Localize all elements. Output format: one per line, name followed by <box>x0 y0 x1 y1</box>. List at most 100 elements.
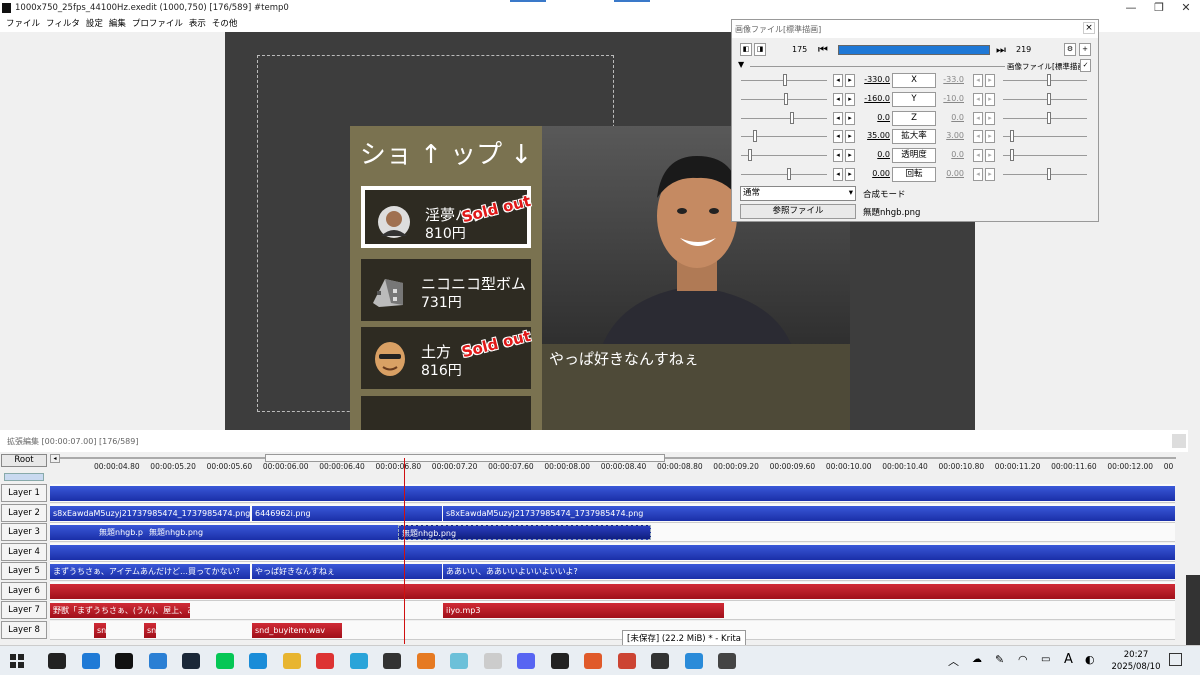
timeline-clip[interactable]: やっぱ好きなんすねぇ <box>252 564 442 579</box>
notepad-icon[interactable] <box>483 653 502 669</box>
krita-icon[interactable] <box>584 653 602 669</box>
layer-name[interactable]: Layer 5 <box>1 562 47 580</box>
tray-chevron-icon[interactable]: ︿ <box>948 653 959 669</box>
timeline-clip[interactable]: 6446962i.png <box>252 505 442 521</box>
param-slider-knob[interactable] <box>1047 168 1051 180</box>
wifi-icon[interactable]: ◠ <box>1018 653 1028 666</box>
layer-name[interactable]: Layer 8 <box>1 620 47 639</box>
clock[interactable]: 20:27 2025/08/10 <box>1106 649 1166 673</box>
layer-track[interactable] <box>50 620 1175 640</box>
param-decrement-icon[interactable]: ◂ <box>833 112 843 125</box>
param-decrement-icon[interactable]: ◂ <box>833 93 843 106</box>
timeline-clip[interactable] <box>50 525 96 540</box>
menu-profile[interactable]: プロファイル <box>132 19 183 29</box>
param-slider-knob[interactable] <box>783 74 787 86</box>
param-slider-track[interactable] <box>741 155 827 156</box>
param-slider-track[interactable] <box>1003 118 1087 119</box>
param-start-value[interactable]: -330.0 <box>862 75 890 84</box>
param-increment-icon[interactable]: ▸ <box>985 168 995 181</box>
param-slider-track[interactable] <box>1003 80 1087 81</box>
param-slider-knob[interactable] <box>1047 74 1051 86</box>
app-icon[interactable] <box>684 653 703 669</box>
playhead[interactable] <box>404 458 405 644</box>
film-icon[interactable] <box>718 653 736 669</box>
app-icon[interactable] <box>416 653 435 669</box>
param-decrement-icon[interactable]: ◂ <box>973 130 983 143</box>
param-decrement-icon[interactable]: ◂ <box>833 74 843 87</box>
param-slider-knob[interactable] <box>790 112 794 124</box>
forward-icon[interactable]: ⏭ <box>996 43 1006 57</box>
onedrive-icon[interactable]: ☁ <box>972 654 982 665</box>
time-ruler[interactable]: 00:00:04.80 00:00:05.20 00:00:05.60 00:00:0… <box>50 462 1175 476</box>
param-end-value[interactable]: 0.0 <box>940 113 964 122</box>
nox-icon[interactable] <box>48 653 66 669</box>
param-slider-knob[interactable] <box>1047 112 1051 124</box>
root-button[interactable]: Root <box>1 454 47 467</box>
timeline-clip[interactable]: 無題nhgb.png <box>398 525 651 540</box>
param-slider-knob[interactable] <box>1010 149 1014 161</box>
volume-icon[interactable]: ◐ <box>1085 653 1095 666</box>
timeline-clip[interactable]: s8xEawdaM5uzyj21737985474_1737985474.png <box>443 505 1175 521</box>
collapse-icon[interactable]: ▼ <box>738 60 744 69</box>
layer-name[interactable]: Layer 2 <box>1 503 47 522</box>
blend-select[interactable]: 通常 ▾ <box>740 186 856 201</box>
param-increment-icon[interactable]: ▸ <box>845 112 855 125</box>
param-decrement-icon[interactable]: ◂ <box>973 74 983 87</box>
reference-file-button[interactable]: 参照ファイル <box>740 204 856 219</box>
param-slider-track[interactable] <box>741 174 827 175</box>
param-slider-track[interactable] <box>741 118 827 119</box>
timeline-clip[interactable]: sn <box>144 622 156 638</box>
timeline-clip[interactable]: 無題nhgb.png <box>146 525 398 540</box>
timeline-clip[interactable] <box>50 486 1175 501</box>
layer-name[interactable]: Layer 6 <box>1 581 47 600</box>
filezilla-icon[interactable] <box>651 653 669 669</box>
param-increment-icon[interactable]: ▸ <box>845 149 855 162</box>
timeline-clip[interactable]: ああいい、ああいいよいいよいいよ? <box>443 564 1175 579</box>
notification-icon[interactable] <box>1169 653 1182 666</box>
param-increment-icon[interactable]: ▸ <box>845 130 855 143</box>
edge-icon[interactable] <box>249 653 267 669</box>
param-slider-track[interactable] <box>1003 99 1087 100</box>
prev-object-icon[interactable]: ◧ <box>740 43 752 56</box>
settings-icon[interactable]: ⚙ <box>1064 43 1076 56</box>
param-end-value[interactable]: 3.00 <box>940 131 964 140</box>
param-increment-icon[interactable]: ▸ <box>985 130 995 143</box>
frame-slider[interactable] <box>838 45 990 55</box>
param-label-button[interactable]: 拡大率 <box>892 129 936 144</box>
param-decrement-icon[interactable]: ◂ <box>833 149 843 162</box>
param-decrement-icon[interactable]: ◂ <box>973 149 983 162</box>
param-slider-track[interactable] <box>1003 155 1087 156</box>
param-slider-track[interactable] <box>1003 174 1087 175</box>
explorer-icon[interactable] <box>282 653 301 669</box>
param-increment-icon[interactable]: ▸ <box>985 74 995 87</box>
zoom-gauge[interactable] <box>4 473 44 481</box>
param-label-button[interactable]: 透明度 <box>892 148 936 163</box>
param-slider-track[interactable] <box>1003 136 1087 137</box>
menu-edit[interactable]: 編集 <box>109 19 126 29</box>
param-label-button[interactable]: Z <box>892 111 936 126</box>
timeline-clip[interactable]: sn <box>94 622 106 638</box>
restore-button[interactable]: ❐ <box>1146 1 1172 16</box>
enable-checkbox[interactable]: ✓ <box>1080 59 1091 72</box>
timeline-clip[interactable]: 無題nhgb.p <box>96 525 146 540</box>
scrollbar-thumb[interactable] <box>265 454 665 462</box>
pen-icon[interactable]: ✎ <box>995 653 1004 666</box>
next-object-icon[interactable]: ◨ <box>754 43 766 56</box>
window-icon[interactable] <box>148 653 167 669</box>
menu-settings[interactable]: 設定 <box>86 19 103 29</box>
rewind-icon[interactable]: ⏮ <box>818 43 828 57</box>
minimize-button[interactable]: — <box>1118 1 1144 16</box>
menu-filter[interactable]: フィルタ <box>46 19 80 29</box>
layer-name[interactable]: Layer 4 <box>1 542 47 561</box>
discord-icon[interactable] <box>517 653 535 669</box>
param-slider-knob[interactable] <box>1010 130 1014 142</box>
param-decrement-icon[interactable]: ◂ <box>833 168 843 181</box>
battery-icon[interactable]: ▭ <box>1041 654 1050 665</box>
param-start-value[interactable]: 0.0 <box>862 113 890 122</box>
param-decrement-icon[interactable]: ◂ <box>973 168 983 181</box>
param-start-value[interactable]: 35.00 <box>862 131 890 140</box>
param-end-value[interactable]: 0.0 <box>940 150 964 159</box>
paint-icon[interactable] <box>349 653 368 669</box>
nox-icon[interactable] <box>550 653 569 669</box>
param-increment-icon[interactable]: ▸ <box>845 168 855 181</box>
